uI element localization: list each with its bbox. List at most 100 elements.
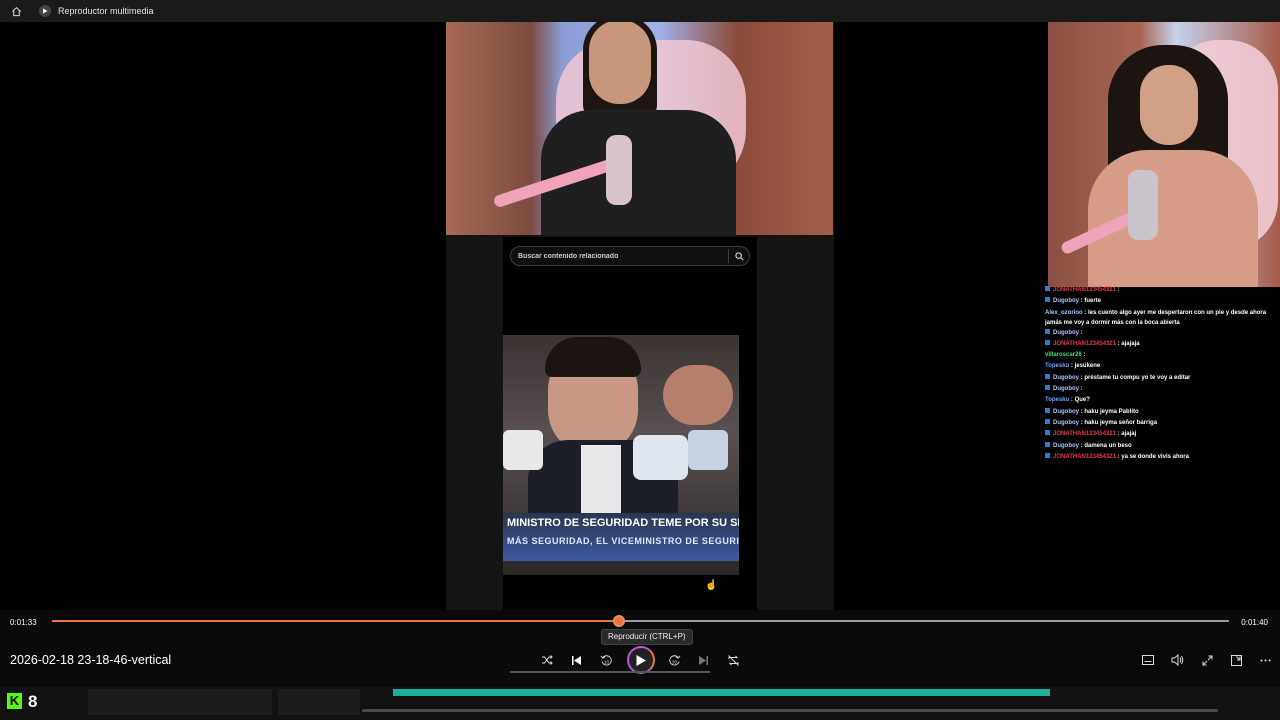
repeat-off-icon[interactable]: [723, 650, 743, 670]
chat-message: Topesku : Que?: [1045, 395, 1280, 406]
vertical-video-frame: MINISTRO DE SEGURIDAD TEME POR SU SEGURI…: [503, 237, 757, 610]
timeline-slot: [88, 689, 272, 715]
previous-icon[interactable]: [566, 650, 586, 670]
microphone: [1128, 170, 1158, 240]
chat-text: : jesúkene: [1069, 363, 1101, 370]
chat-message: JONATHAN123454321 : ajajaja: [1045, 339, 1280, 350]
chat-username: JONATHAN123454321: [1053, 287, 1116, 293]
chat-text: : Que?: [1069, 397, 1090, 404]
home-icon[interactable]: [9, 4, 23, 18]
seek-bar[interactable]: [52, 615, 1229, 627]
streamer-face: [1140, 65, 1198, 145]
chat-message: JONATHAN123454321 : ya se donde vivis ah…: [1045, 452, 1280, 463]
chat-message: Dugoboy : haku jeyma Pablito: [1045, 407, 1280, 418]
chat-text: : ajajaja: [1115, 340, 1140, 347]
chat-text: :: [1079, 386, 1083, 393]
chat-username: JONATHAN123454321: [1053, 340, 1116, 347]
chat-message: Dugoboy : haku jeyma señor barriga: [1045, 418, 1280, 429]
subtitles-icon[interactable]: [1138, 650, 1158, 670]
rewind-label: 10: [603, 659, 609, 664]
fullscreen-icon[interactable]: [1197, 650, 1217, 670]
chat-username: JONATHAN123454321: [1053, 431, 1116, 438]
kick-logo-icon: K: [7, 693, 22, 709]
chat-text: : damena un beso: [1079, 442, 1132, 449]
chat-message: JONATHAN123454321 : ajajaj: [1045, 429, 1280, 440]
chat-badge-icon: [1045, 373, 1050, 379]
chat-badge-icon: [1045, 441, 1050, 447]
rewind-10-icon[interactable]: 10: [596, 650, 616, 670]
miniplayer-icon[interactable]: [1226, 650, 1246, 670]
play-button[interactable]: [627, 646, 655, 674]
chat-message: JONATHAN123454321 :: [1045, 285, 1280, 296]
chat-username: Topesku: [1045, 363, 1070, 370]
chat-badge-icon: [1045, 418, 1050, 424]
chat-username: Dugoboy: [1053, 374, 1079, 381]
reporter-hands: [663, 365, 733, 425]
volume-icon[interactable]: [1167, 650, 1187, 670]
chat-username: Dugoboy: [1053, 298, 1079, 305]
chat-message: Dugoboy : fuerte: [1045, 296, 1280, 307]
chat-badge-icon: [1045, 430, 1050, 436]
chat-badge-icon: [1045, 328, 1050, 334]
video-stage[interactable]: MINISTRO DE SEGURIDAD TEME POR SU SEGURI…: [0, 0, 1280, 610]
press-microphone: [633, 435, 688, 480]
hand-cursor-icon: ☝: [705, 580, 718, 591]
chat-username: Dugoboy: [1053, 329, 1079, 336]
media-file-title: 2026-02-18 23-18-46-vertical: [10, 653, 172, 667]
search-icon[interactable]: [729, 246, 749, 266]
shuffle-icon[interactable]: [537, 650, 557, 670]
news-ticker-subline: MÁS SEGURIDAD, EL VICEMINISTRO DE SEGURI…: [507, 536, 739, 546]
related-search-input[interactable]: [511, 247, 728, 265]
bottom-strip: K 8: [0, 687, 1280, 720]
chat-username: Topesku: [1045, 397, 1070, 404]
mini-timeline: [510, 671, 710, 673]
more-icon[interactable]: [1255, 650, 1275, 670]
interviewee-hair: [545, 337, 641, 377]
chat-badge-icon: [1045, 286, 1050, 291]
chat-text: : ya se donde vivis ahora: [1115, 453, 1189, 460]
streamer-face: [589, 20, 651, 104]
chat-text: : ajajaj: [1115, 431, 1137, 438]
chat-message: Alex_ozorioo : les cuento algo ayer me d…: [1045, 308, 1280, 328]
media-player-icon: [39, 5, 51, 17]
chat-text: : haku jeyma señor barriga: [1079, 419, 1158, 426]
related-search-box[interactable]: [510, 246, 750, 266]
chat-badge-icon: [1045, 385, 1050, 391]
main-webcam-feed: [446, 0, 833, 235]
chat-text: : préstame tu compu yo te voy a editar: [1079, 374, 1191, 381]
forward-30-icon[interactable]: 30: [664, 650, 684, 670]
chat-message: Dugoboy : damena un beso: [1045, 441, 1280, 452]
chat-username: Dugoboy: [1053, 386, 1079, 393]
play-icon: [636, 654, 646, 666]
chat-badge-icon: [1045, 297, 1050, 303]
horizontal-scrollbar[interactable]: [362, 709, 1218, 712]
chat-badge-icon: [1045, 452, 1050, 458]
news-ticker-headline: MINISTRO DE SEGURIDAD TEME POR SU SEGURI: [507, 517, 739, 529]
press-microphone: [688, 430, 728, 470]
microphone: [606, 135, 632, 205]
current-time: 0:01:33: [10, 618, 37, 627]
news-ticker: MINISTRO DE SEGURIDAD TEME POR SU SEGURI…: [503, 513, 739, 561]
window-title: Reproductor multimedia: [58, 6, 154, 16]
chat-message: Dugoboy :: [1045, 384, 1280, 395]
chat-message: Topesku : jesúkene: [1045, 361, 1280, 372]
press-microphone: [503, 430, 543, 470]
next-icon[interactable]: [693, 650, 713, 670]
chat-message: villaroscar26 :: [1045, 350, 1280, 361]
forward-label: 30: [671, 659, 677, 664]
chat-badge-icon: [1045, 407, 1050, 413]
seek-thumb[interactable]: [613, 615, 626, 627]
total-time: 0:01:40: [1241, 618, 1268, 627]
kick-viewer-count: 8: [28, 692, 38, 711]
seek-progress: [52, 620, 620, 622]
news-clip: MINISTRO DE SEGURIDAD TEME POR SU SEGURI…: [503, 335, 739, 575]
chat-username: JONATHAN123454321: [1053, 453, 1116, 460]
title-bar: Reproductor multimedia: [0, 0, 1280, 22]
timeline-slot: [278, 689, 360, 715]
chat-message: Dugoboy :: [1045, 328, 1280, 339]
chat-username: villaroscar26: [1045, 352, 1082, 359]
chat-badge-icon: [1045, 339, 1050, 345]
audio-waveform: [393, 689, 1050, 696]
chat-text: :: [1115, 287, 1120, 293]
chat-text: :: [1079, 329, 1083, 336]
